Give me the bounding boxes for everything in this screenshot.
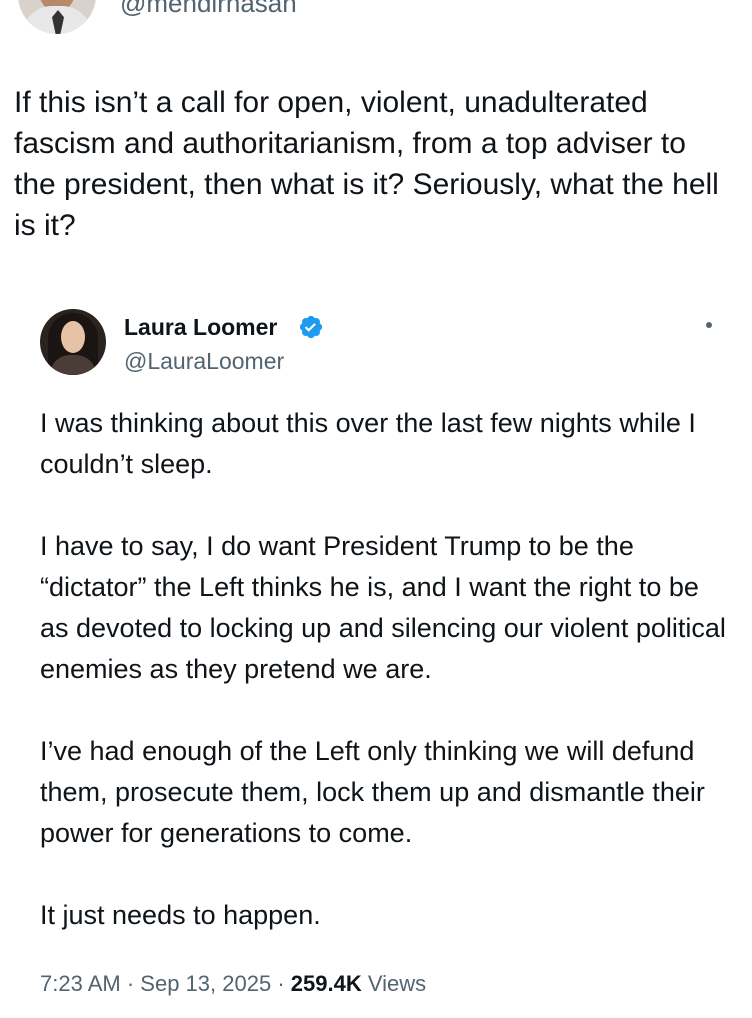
tweet-time[interactable]: 7:23 AM bbox=[40, 971, 121, 996]
verified-badge-icon bbox=[299, 315, 323, 339]
top-handle[interactable]: @mehdirhasan bbox=[120, 0, 297, 18]
meta-separator: · bbox=[126, 971, 135, 996]
views-count[interactable]: 259.4K bbox=[291, 971, 362, 996]
tweet-date[interactable]: Sep 13, 2025 bbox=[140, 971, 271, 996]
quoted-avatar[interactable] bbox=[40, 309, 106, 375]
top-avatar[interactable] bbox=[18, 0, 96, 34]
quoted-tweet-body: I was thinking about this over the last … bbox=[40, 403, 730, 936]
tweet-text: If this isn’t a call for open, violent, … bbox=[14, 86, 719, 242]
quoted-paragraph: I’ve had enough of the Left only thinkin… bbox=[40, 736, 705, 848]
quoted-paragraph: It just needs to happen. bbox=[40, 900, 321, 930]
more-options-icon[interactable] bbox=[706, 322, 712, 328]
tweet-meta: 7:23 AM · Sep 13, 2025 · 259.4K Views bbox=[40, 969, 426, 999]
quoted-paragraph: I have to say, I do want President Trump… bbox=[40, 531, 726, 684]
meta-separator: · bbox=[277, 971, 285, 996]
quoted-author-handle[interactable]: @LauraLoomer bbox=[124, 347, 284, 375]
quoted-author-name[interactable]: Laura Loomer bbox=[124, 313, 277, 341]
quoted-paragraph: I was thinking about this over the last … bbox=[40, 408, 696, 479]
views-label: Views bbox=[367, 971, 427, 996]
